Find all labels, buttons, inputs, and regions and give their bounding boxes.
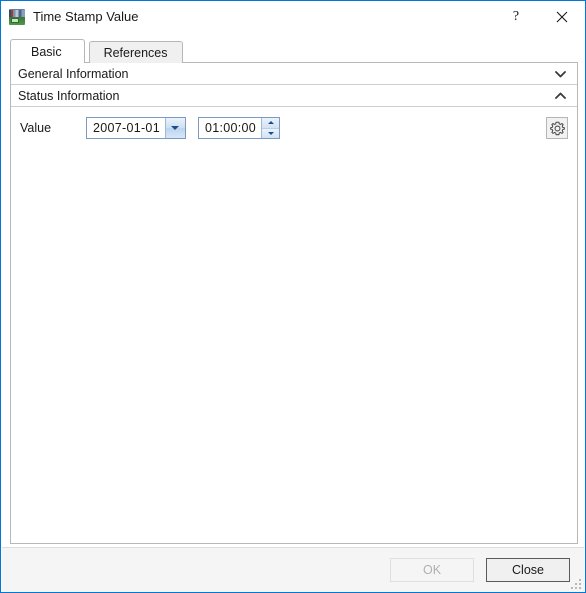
title-bar: Time Stamp Value ?: [1, 1, 585, 32]
chevron-down-icon: [554, 68, 566, 80]
close-window-button[interactable]: [539, 1, 585, 32]
time-stamp-value-dialog: Time Stamp Value ? Basic References Gene…: [0, 0, 586, 593]
settings-button[interactable]: [546, 117, 568, 139]
help-button[interactable]: ?: [493, 1, 539, 32]
value-row: Value 2007-01-01 01:00:00: [11, 113, 577, 143]
chevron-up-icon: [554, 90, 566, 102]
time-spinner-buttons: [261, 118, 280, 138]
dialog-footer: OK Close: [2, 547, 584, 592]
tab-references-label: References: [103, 45, 168, 60]
tab-references[interactable]: References: [88, 41, 183, 63]
spinner-up-icon: [267, 121, 274, 125]
section-general-information[interactable]: General Information: [11, 63, 577, 85]
tab-basic[interactable]: Basic: [10, 39, 85, 64]
time-spinner-increment-button[interactable]: [262, 118, 280, 128]
window-title: Time Stamp Value: [33, 9, 139, 24]
value-label: Value: [20, 121, 52, 135]
close-icon: [556, 11, 568, 22]
time-spinner-value: 01:00:00: [204, 121, 257, 135]
time-stamp-value-icon: [9, 8, 25, 25]
tab-strip: Basic References: [10, 38, 585, 64]
date-picker[interactable]: 2007-01-01: [86, 117, 186, 139]
chevron-down-icon: [171, 126, 180, 130]
title-bar-buttons: ?: [493, 1, 585, 32]
time-spinner-decrement-button[interactable]: [262, 127, 280, 138]
time-spinner[interactable]: 01:00:00: [197, 117, 281, 139]
help-icon: ?: [512, 8, 520, 24]
section-general-information-label: General Information: [18, 66, 129, 81]
tab-panel-basic: General Information Status Information V…: [10, 62, 578, 544]
gear-icon: [549, 121, 565, 135]
section-status-information[interactable]: Status Information: [11, 85, 577, 107]
tab-basic-label: Basic: [31, 44, 62, 59]
date-picker-value: 2007-01-01: [93, 121, 160, 135]
spinner-down-icon: [267, 131, 274, 135]
date-picker-dropdown-button[interactable]: [164, 118, 185, 138]
close-button[interactable]: Close: [486, 558, 570, 582]
section-status-information-label: Status Information: [18, 88, 120, 103]
ok-button[interactable]: OK: [390, 558, 474, 582]
